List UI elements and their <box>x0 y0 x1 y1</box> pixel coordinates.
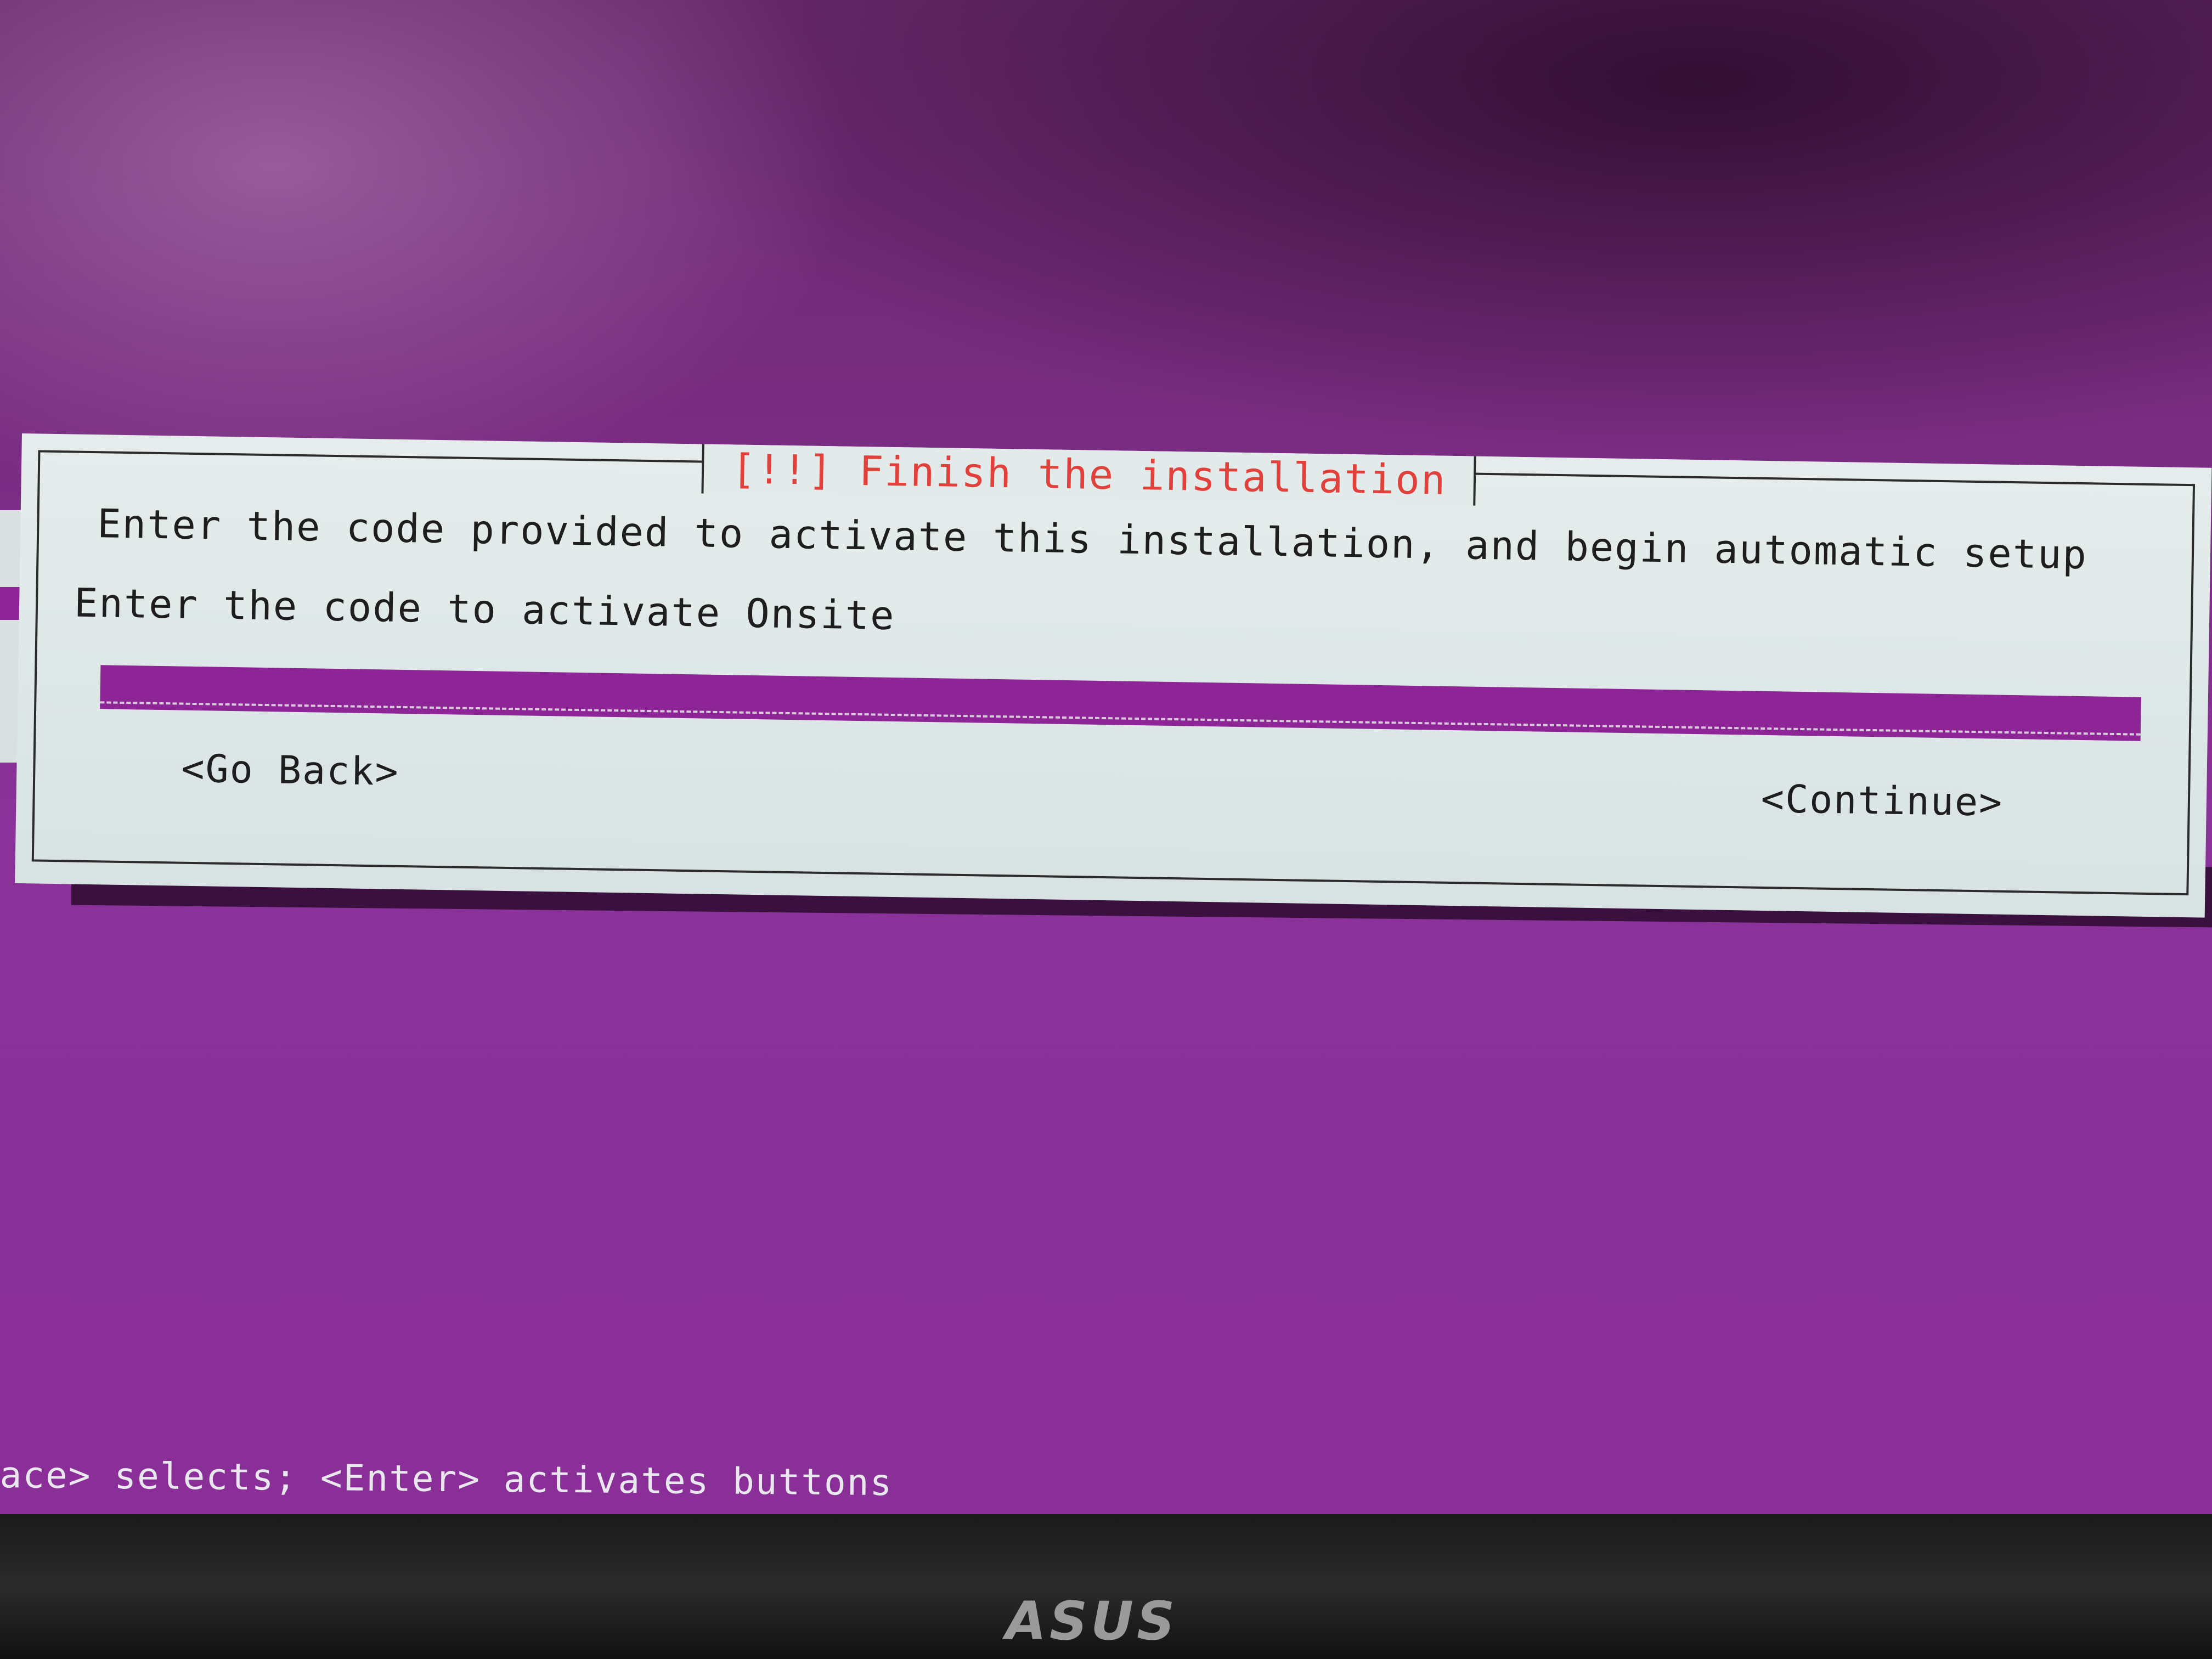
finish-installation-dialog: [!!] Finish the installation Enter the c… <box>15 433 2212 918</box>
go-back-button[interactable]: <Go Back> <box>181 746 400 794</box>
monitor-brand-logo: ASUS <box>1005 1590 1178 1652</box>
keyboard-help-status-bar: ace> selects; <Enter> activates buttons <box>0 1454 893 1504</box>
continue-button[interactable]: <Continue> <box>1760 776 2004 825</box>
